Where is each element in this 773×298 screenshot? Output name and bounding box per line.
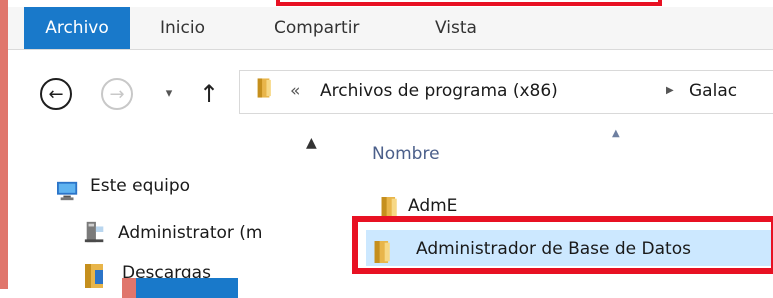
tab-inicio[interactable]: Inicio xyxy=(160,7,205,49)
up-arrow-icon[interactable]: ↑ xyxy=(195,78,223,110)
navigation-pane: ▲ Este equipo Administrator (m Descargas xyxy=(8,130,336,298)
breadcrumb-program-files-x86[interactable]: Archivos de programa (x86) xyxy=(320,81,558,101)
downloads-folder-icon xyxy=(85,264,103,288)
folder-icon xyxy=(257,78,271,98)
nav-item-administrator[interactable]: Administrator (m xyxy=(118,223,262,243)
computer-icon xyxy=(57,181,78,201)
forward-arrow-icon[interactable]: → xyxy=(101,78,133,110)
sort-ascending-icon: ▲ xyxy=(612,128,620,139)
overlay-block-edge xyxy=(122,278,136,298)
file-row-adme[interactable]: AdmE xyxy=(408,196,457,216)
back-arrow-icon[interactable]: ← xyxy=(40,78,72,110)
address-overflow-chevrons[interactable]: « xyxy=(290,81,300,101)
tab-compartir[interactable]: Compartir xyxy=(274,7,359,49)
tab-archivo[interactable]: Archivo xyxy=(24,7,130,49)
window-left-border xyxy=(0,0,8,289)
navigation-bar: ← → ▾ ↑ « Archivos de programa (x86) ▶ G… xyxy=(8,50,773,130)
scroll-up-chevron-icon[interactable]: ▲ xyxy=(306,135,317,151)
highlight-box-selected-folder xyxy=(352,216,773,274)
highlight-box-top xyxy=(276,0,662,6)
tab-vista[interactable]: Vista xyxy=(435,7,477,49)
recent-locations-chevron-icon[interactable]: ▾ xyxy=(160,81,178,105)
address-bar[interactable]: « Archivos de programa (x86) ▶ Galac xyxy=(239,70,773,114)
file-list: ▲ Nombre AdmE Administrador de Base de D… xyxy=(336,128,773,289)
nav-item-este-equipo[interactable]: Este equipo xyxy=(90,176,190,196)
ribbon-tabs: Archivo Inicio Compartir Vista xyxy=(8,7,773,50)
column-header-nombre[interactable]: Nombre xyxy=(372,144,440,164)
breadcrumb-galac[interactable]: Galac xyxy=(689,81,737,101)
overlay-block xyxy=(122,278,238,298)
network-drive-icon xyxy=(84,221,104,243)
breadcrumb-separator-icon[interactable]: ▶ xyxy=(666,85,674,96)
